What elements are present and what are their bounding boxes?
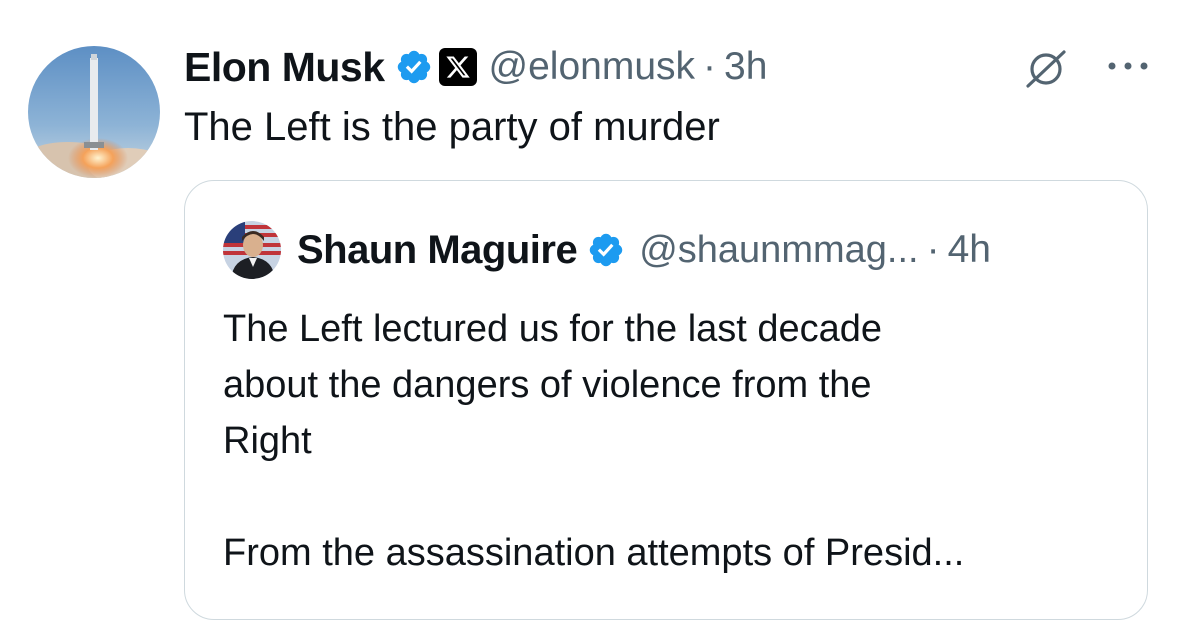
tweet-timestamp[interactable]: 3h — [724, 45, 767, 89]
separator-dot: · — [703, 45, 717, 88]
tweet: Elon Musk @elonmusk · 3h The Left is the… — [0, 0, 1179, 640]
quoted-author-handle[interactable]: @shaunmmag... — [639, 229, 918, 272]
author-handle[interactable]: @elonmusk — [489, 45, 696, 89]
verified-badge-icon[interactable] — [587, 231, 625, 269]
author-name[interactable]: Elon Musk — [184, 44, 385, 91]
quoted-author-name[interactable]: Shaun Maguire — [297, 228, 578, 273]
separator-dot: · — [926, 228, 940, 271]
grok-icon[interactable] — [1022, 44, 1070, 92]
verified-badge-icon[interactable] — [395, 48, 433, 86]
author-avatar[interactable] — [28, 46, 160, 178]
more-options-icon[interactable] — [1104, 56, 1152, 76]
tweet-header: Elon Musk @elonmusk · 3h — [184, 40, 767, 94]
quoted-tweet-header: Shaun Maguire @shaunmmag... · 4h — [297, 221, 991, 279]
quoted-tweet-text: The Left lectured us for the last decade… — [223, 308, 965, 574]
quoted-tweet-card[interactable]: Shaun Maguire @shaunmmag... · 4h The Lef… — [184, 180, 1148, 620]
x-logo-icon[interactable] — [438, 48, 477, 86]
quoted-tweet-timestamp[interactable]: 4h — [948, 228, 991, 272]
tweet-text: The Left is the party of murder — [184, 105, 720, 149]
quoted-author-avatar[interactable] — [223, 221, 281, 279]
